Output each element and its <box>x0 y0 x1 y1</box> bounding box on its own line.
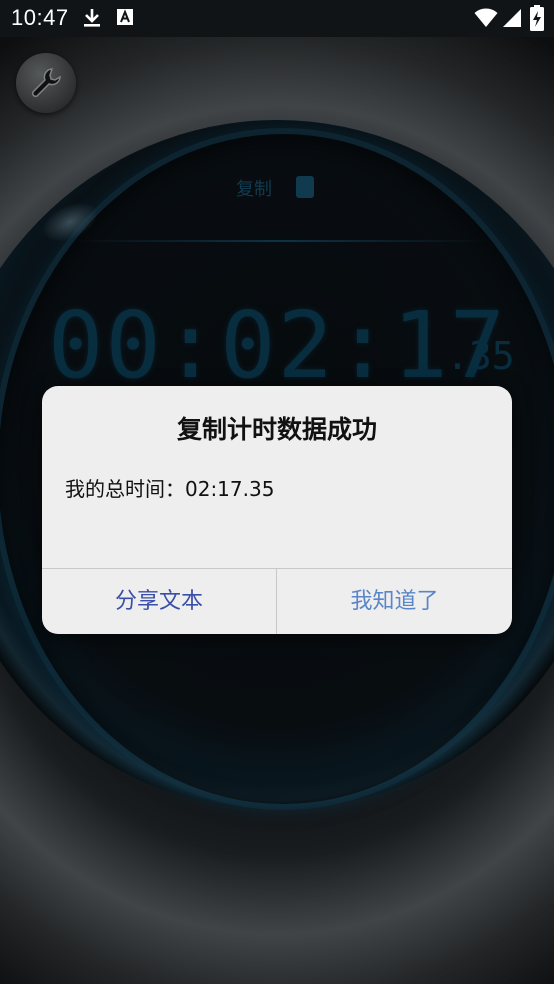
copy-success-dialog: 复制计时数据成功 我的总时间：02:17.35 分享文本 我知道了 <box>42 386 512 634</box>
signal-icon <box>503 9 521 27</box>
dialog-message: 我的总时间：02:17.35 <box>65 477 275 501</box>
status-bar: 10:47 <box>0 0 554 37</box>
share-text-button[interactable]: 分享文本 <box>42 569 276 634</box>
dialog-title: 复制计时数据成功 <box>176 415 377 444</box>
download-icon <box>84 9 100 27</box>
stopwatch-screen: 复制 00:02:17 .35 10:47 复制计时数据成功 我的总时间：02:… <box>0 0 554 984</box>
wifi-icon <box>474 8 498 27</box>
ok-button[interactable]: 我知道了 <box>277 569 512 634</box>
text-a-icon <box>117 9 133 25</box>
status-time: 10:47 <box>11 5 69 30</box>
battery-charging-icon <box>530 5 544 31</box>
